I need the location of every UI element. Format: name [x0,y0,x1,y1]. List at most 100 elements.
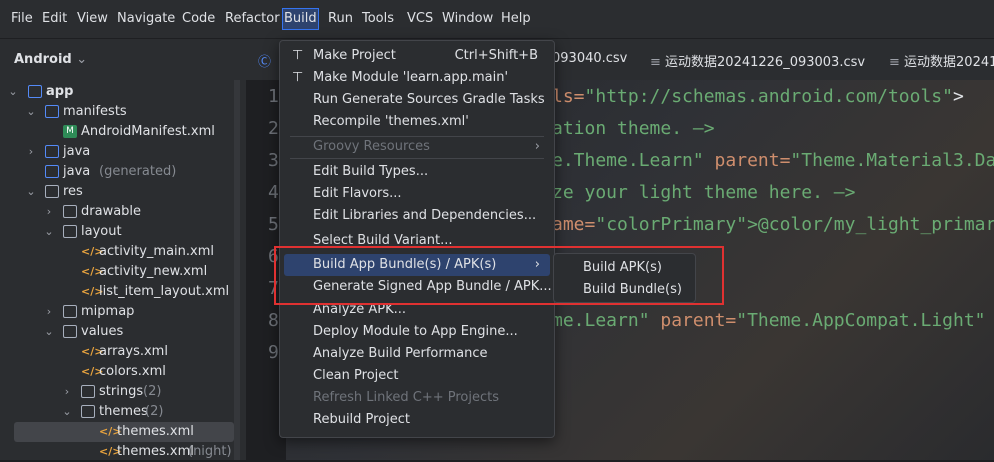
menu-vcs[interactable]: VCS [406,9,434,29]
menu-item-recompile[interactable]: Recompile 'themes.xml' [284,111,550,133]
menu-build[interactable]: Build [282,8,319,30]
line-number: 1 [268,86,279,107]
module-folder-icon [28,85,42,98]
chevron-down-icon: ⌄ [76,52,88,67]
highlight-annotation-box [274,246,724,305]
tab-csv-3[interactable]: ≡ 运动数据2024122 [889,51,994,70]
tree-item-themes[interactable]: ⌄ themes (2) [0,402,240,422]
menu-file[interactable]: File [10,9,34,29]
menu-item-deploy-module[interactable]: Deploy Module to App Engine... [284,321,550,343]
project-tree: ⌄ app ⌄ manifests M AndroidManifest.xml … [0,80,246,460]
code-line: me.Learn" parent="Theme.AppCompat.Light" [552,310,986,331]
module-hammer-icon: ⊤ [292,70,304,85]
project-view-header: Android ⌄ [0,38,246,81]
line-number: 4 [268,182,279,203]
hammer-icon: ⊤ [292,48,304,63]
menu-navigate[interactable]: Navigate [116,9,176,29]
tree-item-list-item-layout[interactable]: </> list_item_layout.xml [0,282,240,302]
menu-item-make-project[interactable]: ⊤ Make Project Ctrl+Shift+B [284,45,550,67]
menu-separator [290,158,544,159]
code-line: ls="http://schemas.android.com/tools"> [552,86,964,107]
xml-file-icon: </> [81,365,104,378]
folder-icon [81,385,95,398]
tree-item-arrays[interactable]: </> arrays.xml [0,342,240,362]
xml-file-icon: </> [81,345,104,358]
folder-icon [63,305,77,318]
xml-file-icon: </> [99,425,122,438]
build-menu: ⊤ Make Project Ctrl+Shift+B ⊤ Make Modul… [279,40,555,438]
tree-scrollbar[interactable] [234,80,240,460]
code-line: ame="colorPrimary">@color/my_light_prima… [552,214,994,235]
tab-csv-2[interactable]: ≡ 运动数据20241226_093003.csv [650,51,865,70]
chevron-down-icon: ⌄ [62,405,72,418]
tab-csv-1[interactable]: 093040.csv [552,51,627,66]
project-view-selector[interactable]: Android ⌄ [14,52,87,67]
manifest-icon: M [63,125,77,138]
code-comment: ze your light theme here. —> [552,182,856,203]
folder-icon [63,205,77,218]
folder-icon [45,185,59,198]
chevron-down-icon: ⌄ [26,185,36,198]
folder-icon [45,165,59,178]
menu-run[interactable]: Run [327,9,354,29]
line-number: 9 [268,342,279,363]
tree-item-values[interactable]: ⌄ values [0,322,240,342]
tree-item-colors[interactable]: </> colors.xml [0,362,240,382]
chevron-right-icon: › [46,305,52,318]
menu-refactor[interactable]: Refactor [224,9,281,29]
menu-edit[interactable]: Edit [41,9,68,29]
chevron-down-icon: ⌄ [44,225,54,238]
folder-icon [81,405,95,418]
tree-item-themes-xml-night[interactable]: </> themes.xml (night) [0,442,240,462]
code-line: e.Theme.Learn" parent="Theme.Material3.D… [552,150,994,171]
folder-icon [45,145,59,158]
menu-view[interactable]: View [76,9,109,29]
folder-icon [45,105,59,118]
file-tab-icon: Ⓒ [258,55,272,70]
xml-file-icon: </> [81,285,104,298]
chevron-right-icon: › [46,205,52,218]
tree-item-layout[interactable]: ⌄ layout [0,222,240,242]
xml-file-icon: </> [99,445,122,458]
menu-window[interactable]: Window [441,9,494,29]
chevron-down-icon: ⌄ [44,325,54,338]
menu-item-make-module[interactable]: ⊤ Make Module 'learn.app.main' [284,67,550,89]
tree-item-activity-main[interactable]: </> activity_main.xml [0,242,240,262]
tree-item-res[interactable]: ⌄ res [0,182,240,202]
menu-item-run-generate-sources[interactable]: Run Generate Sources Gradle Tasks [284,89,550,111]
text-file-icon: ≡ [650,55,666,70]
menu-help[interactable]: Help [500,9,532,29]
menu-item-edit-flavors[interactable]: Edit Flavors... [284,183,550,205]
chevron-right-icon: › [534,139,540,154]
menu-item-edit-build-types[interactable]: Edit Build Types... [284,161,550,183]
folder-icon [63,325,77,338]
tree-item-manifests[interactable]: ⌄ manifests [0,102,240,122]
folder-icon [63,225,77,238]
tree-item-androidmanifest[interactable]: M AndroidManifest.xml [0,122,240,142]
menu-item-refresh-cpp: Refresh Linked C++ Projects [313,390,500,405]
tree-item-java[interactable]: › java [0,142,240,162]
text-file-icon: ≡ [889,55,905,70]
line-number: 2 [268,118,279,139]
tree-item-app[interactable]: ⌄ app [0,82,240,102]
tree-item-themes-xml[interactable]: </> themes.xml [14,422,234,442]
tree-item-strings[interactable]: › strings (2) [0,382,240,402]
menu-code[interactable]: Code [181,9,216,29]
chevron-down-icon: ⌄ [26,105,36,118]
menu-item-rebuild-project[interactable]: Rebuild Project [284,409,550,431]
tree-item-mipmap[interactable]: › mipmap [0,302,240,322]
menu-item-edit-libraries[interactable]: Edit Libraries and Dependencies... [284,205,550,227]
tree-item-activity-new[interactable]: </> activity_new.xml [0,262,240,282]
menubar: File Edit View Navigate Code Refactor Bu… [0,0,994,38]
menu-item-clean-project[interactable]: Clean Project [284,365,550,387]
code-comment: ation theme. —> [552,118,715,139]
chevron-right-icon: › [64,385,70,398]
line-number: 8 [268,310,279,331]
line-number: 5 [268,214,279,235]
chevron-down-icon: ⌄ [8,85,18,98]
tree-item-drawable[interactable]: › drawable [0,202,240,222]
menu-tools[interactable]: Tools [361,9,395,29]
menu-item-analyze-build-performance[interactable]: Analyze Build Performance [284,343,550,365]
tree-item-java-generated[interactable]: java (generated) [0,162,240,182]
line-number: 3 [268,150,279,171]
